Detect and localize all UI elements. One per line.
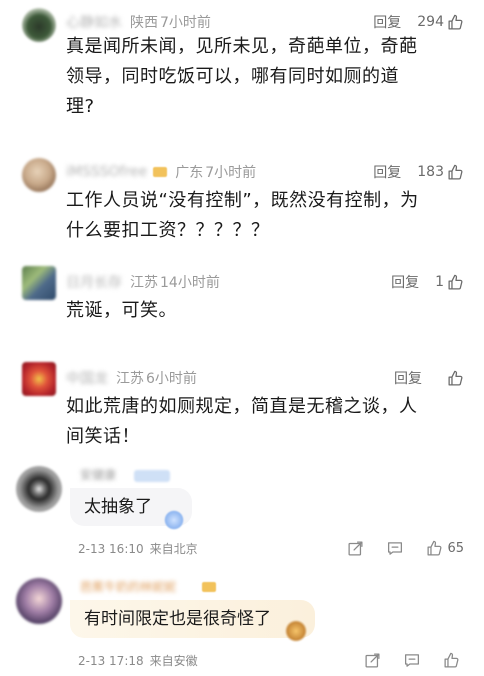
avatar[interactable] [22, 158, 56, 192]
reply-button[interactable]: 回复 [394, 368, 422, 388]
comment-text: 工作人员说“没有控制”，既然没有控制，为 什么要扣工资？？？？？ [66, 186, 466, 246]
comment-text-line: 理? [66, 96, 95, 117]
avatar[interactable] [16, 466, 62, 512]
comment-actions: 回复 [394, 368, 464, 388]
username-text: 芭蕉牛奶的林妮妮 [80, 580, 177, 594]
sticker-icon [164, 510, 184, 530]
thumbs-up-icon[interactable] [447, 164, 464, 181]
comment-text-line: 真是闻所未闻，见所未见，奇葩单位，奇葩 [66, 36, 418, 57]
username[interactable]: 心静如水 [66, 12, 122, 32]
reply-button[interactable]: 回复 [373, 162, 401, 182]
username[interactable]: 中国龙 [66, 368, 108, 388]
comment-bubble[interactable]: 有时间限定也是很奇怪了 [70, 600, 315, 642]
share-icon[interactable] [347, 540, 364, 557]
comment-text: 真是闻所未闻，见所未见，奇葩单位，奇葩 领导，同时吃饭可以，哪有同时如厕的道 理… [66, 32, 466, 122]
avatar[interactable] [16, 578, 62, 624]
timestamp: 14小时前 [160, 275, 220, 291]
username[interactable]: 安健康 [80, 466, 116, 483]
comment-footer: 2-13 16:10 来自北京 65 [78, 540, 464, 557]
comment-actions: 回复 1 [391, 272, 464, 292]
thumbs-up-icon[interactable] [426, 540, 443, 557]
comment-text: 荒诞，可笑。 [66, 296, 466, 326]
share-icon[interactable] [364, 652, 381, 669]
comment-text-line: 间笑话！ [66, 426, 140, 447]
location: 广东 [175, 165, 204, 181]
avatar[interactable] [22, 8, 56, 42]
timestamp: 2-13 16:10 [78, 541, 144, 556]
avatar[interactable] [22, 362, 56, 396]
comment-text-line: 如此荒唐的如厕规定，简直是无稽之谈，人 [66, 396, 418, 417]
comment-text: 太抽象了 [84, 497, 152, 517]
comment-meta: 日月长存 江苏 14小时前 [66, 272, 220, 292]
comment-text-line: 荒诞，可笑。 [66, 300, 177, 321]
like-count: 183 [417, 164, 444, 180]
username[interactable]: iMSSSOfree [66, 164, 147, 180]
reply-button[interactable]: 回复 [391, 272, 419, 292]
comment-text: 如此荒唐的如厕规定，简直是无稽之谈，人 间笑话！ [66, 392, 466, 452]
comment-text: 有时间限定也是很奇怪了 [84, 609, 271, 629]
username-text: 安健康 [80, 468, 117, 482]
timestamp: 6小时前 [146, 371, 197, 387]
vip-badge-icon [153, 167, 168, 177]
timestamp: 7小时前 [160, 15, 211, 31]
location: 江苏 [116, 371, 144, 387]
timestamp: 2-13 17:18 [78, 653, 144, 668]
comment-actions: 回复 294 [373, 12, 464, 32]
comment-icon[interactable] [386, 540, 404, 557]
vip-badge-icon [202, 582, 216, 592]
comment-text-line: 什么要扣工资？？？？？ [66, 220, 270, 241]
like-count: 1 [435, 274, 444, 290]
comment-meta: iMSSSOfree 广东 7小时前 [66, 162, 256, 182]
thumbs-up-icon[interactable] [443, 652, 460, 669]
comment-footer: 2-13 17:18 来自安徽 [78, 652, 464, 669]
reply-button[interactable]: 回复 [373, 12, 401, 32]
location: 陕西 [130, 15, 158, 31]
avatar[interactable] [22, 266, 56, 300]
comment-icon[interactable] [403, 652, 421, 669]
like-count: 294 [417, 14, 444, 30]
location: 来自安徽 [149, 654, 198, 668]
username[interactable]: 芭蕉牛奶的林妮妮 [80, 578, 176, 595]
comment-text-line: 工作人员说“没有控制”，既然没有控制，为 [66, 190, 419, 211]
sticker-icon [285, 620, 307, 642]
thumbs-up-icon[interactable] [447, 274, 464, 291]
location: 江苏 [130, 275, 158, 291]
thumbs-up-icon[interactable] [447, 370, 464, 387]
like-count: 65 [447, 541, 464, 556]
comment-meta: 心静如水 陕西 7小时前 [66, 12, 211, 32]
comment-meta: 中国龙 江苏 6小时前 [66, 368, 197, 388]
username[interactable]: 日月长存 [66, 272, 122, 292]
thumbs-up-icon[interactable] [447, 14, 464, 31]
comment-text-line: 领导，同时吃饭可以，哪有同时如厕的道 [66, 66, 399, 87]
timestamp: 7小时前 [205, 165, 257, 181]
location: 来自北京 [149, 542, 198, 556]
comment-actions: 回复 183 [373, 162, 464, 182]
comment-bubble[interactable]: 太抽象了 [70, 488, 192, 530]
badge-icon [134, 470, 170, 482]
